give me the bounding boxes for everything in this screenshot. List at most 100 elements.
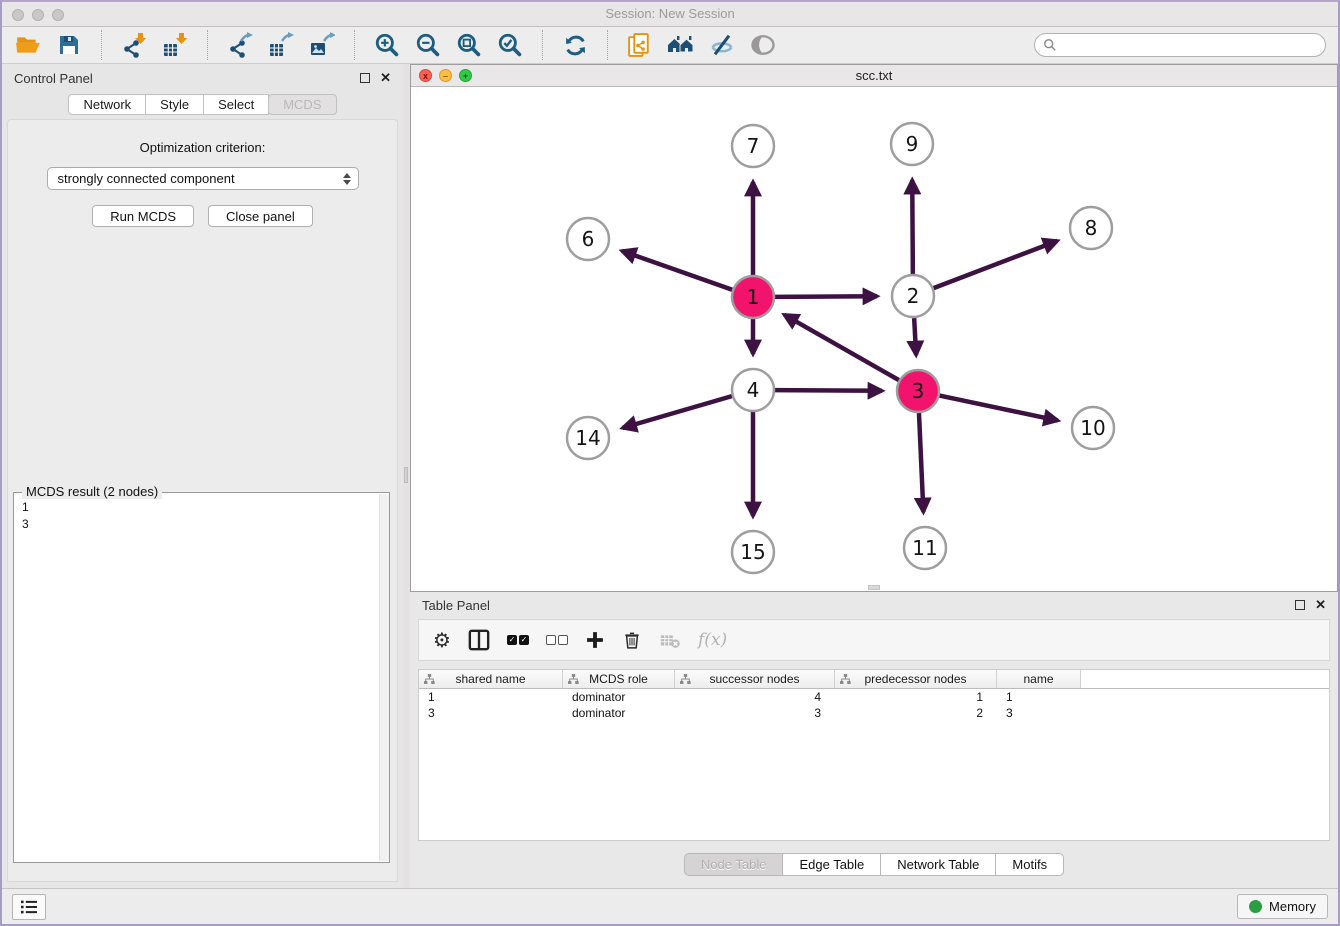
tab-node-table[interactable]: Node Table [684, 853, 784, 876]
tab-network[interactable]: Network [68, 94, 146, 115]
refresh-layout-button[interactable] [561, 31, 589, 59]
optimization-criterion-value: strongly connected component [58, 171, 343, 186]
float-table-panel-icon[interactable] [1295, 600, 1305, 610]
hide-panel-button[interactable] [708, 31, 736, 59]
close-panel-icon[interactable]: ✕ [380, 73, 391, 83]
graph-edge-4-14[interactable] [623, 396, 732, 428]
network-window-titlebar: x – + scc.txt [411, 65, 1337, 87]
table-tabs-area: Node Table Edge Table Network Table Moti… [410, 841, 1338, 888]
import-table-button[interactable] [161, 31, 189, 59]
header-filler [1081, 670, 1329, 688]
memory-button[interactable]: Memory [1237, 894, 1328, 919]
panel-split-divider[interactable] [403, 64, 410, 888]
close-panel-button[interactable]: Close panel [208, 205, 313, 227]
search-input[interactable] [1062, 38, 1317, 53]
cell-shared-name[interactable]: 3 [419, 705, 563, 721]
zoom-selected-button[interactable] [496, 31, 524, 59]
cell-predecessor-nodes[interactable]: 1 [835, 689, 997, 705]
open-session-button[interactable] [14, 31, 42, 59]
table-row[interactable]: 3 dominator 3 2 3 [419, 705, 1329, 721]
toggle-columns-button[interactable] [468, 629, 490, 651]
delete-row-button[interactable] [622, 630, 642, 650]
graph-edge-4-3[interactable] [775, 390, 882, 391]
network-zoom-button[interactable]: + [459, 69, 472, 82]
zoom-selected-icon [497, 32, 523, 58]
table-row[interactable]: 1 dominator 4 1 1 [419, 689, 1329, 705]
graph-edge-3-1[interactable] [784, 315, 899, 380]
table-panel-title: Table Panel [422, 598, 490, 613]
column-header-name[interactable]: name [997, 670, 1081, 688]
graph-edge-3-10[interactable] [940, 396, 1058, 421]
main-area: Control Panel ✕ Network Style Select MCD… [2, 64, 1338, 888]
cell-mcds-role[interactable]: dominator [563, 705, 675, 721]
tab-network-table[interactable]: Network Table [880, 853, 996, 876]
graph-edge-2-9[interactable] [912, 180, 913, 274]
trash-icon [622, 630, 642, 650]
export-network-button[interactable] [226, 31, 254, 59]
cell-name[interactable]: 3 [997, 705, 1081, 721]
column-header-successor-nodes[interactable]: successor nodes [675, 670, 835, 688]
tab-style[interactable]: Style [145, 94, 204, 115]
close-table-panel-icon[interactable]: ✕ [1315, 600, 1326, 610]
export-image-button[interactable] [308, 31, 336, 59]
tree-icon [424, 674, 435, 685]
show-panel-button[interactable] [749, 31, 777, 59]
column-header-predecessor-nodes[interactable]: predecessor nodes [835, 670, 997, 688]
graph-edge-1-6[interactable] [622, 251, 732, 290]
export-table-button[interactable] [267, 31, 295, 59]
tab-motifs[interactable]: Motifs [995, 853, 1064, 876]
run-mcds-button[interactable]: Run MCDS [92, 205, 194, 227]
delete-table-button[interactable] [659, 629, 681, 651]
tab-mcds[interactable]: MCDS [268, 94, 336, 115]
network-close-button[interactable]: x [419, 69, 432, 82]
tab-edge-table[interactable]: Edge Table [782, 853, 881, 876]
eye-icon [749, 31, 777, 59]
deselect-all-button[interactable] [546, 635, 568, 645]
hide-eye-icon [708, 31, 736, 59]
columns-icon [468, 629, 490, 651]
zoom-window-button[interactable] [52, 9, 64, 21]
save-session-button[interactable] [55, 31, 83, 59]
task-history-button[interactable] [12, 894, 46, 920]
duplicate-network-button[interactable] [626, 31, 654, 59]
cell-mcds-role[interactable]: dominator [563, 689, 675, 705]
network-minimize-button[interactable]: – [439, 69, 452, 82]
tab-select[interactable]: Select [203, 94, 269, 115]
window-titlebar: Session: New Session [2, 2, 1338, 27]
optimization-criterion-select[interactable]: strongly connected component [47, 167, 359, 190]
float-panel-icon[interactable] [360, 73, 370, 83]
result-scrollbar[interactable] [379, 494, 389, 861]
window-resize-grip[interactable] [868, 585, 880, 590]
home-button[interactable] [667, 31, 695, 59]
duplicate-network-icon [627, 32, 654, 59]
minimize-window-button[interactable] [32, 9, 44, 21]
close-window-button[interactable] [12, 9, 24, 21]
control-panel: Control Panel ✕ Network Style Select MCD… [2, 64, 403, 888]
network-canvas[interactable]: 1234678910111415 [411, 87, 1337, 591]
graph-edge-1-2[interactable] [775, 296, 877, 297]
cell-name[interactable]: 1 [997, 689, 1081, 705]
table-settings-button[interactable]: ⚙ [433, 630, 451, 650]
control-panel-header: Control Panel ✕ [2, 64, 403, 92]
cell-predecessor-nodes[interactable]: 2 [835, 705, 997, 721]
column-header-mcds-role[interactable]: MCDS role [563, 670, 675, 688]
function-builder-button[interactable]: f(x) [698, 630, 727, 650]
graph-edge-2-8[interactable] [934, 241, 1058, 288]
mcds-result-box: MCDS result (2 nodes) 1 3 [13, 492, 390, 863]
import-network-button[interactable] [120, 31, 148, 59]
import-table-icon [162, 32, 188, 58]
cell-successor-nodes[interactable]: 4 [675, 689, 835, 705]
divider-grip[interactable] [404, 467, 408, 483]
add-row-button[interactable] [585, 630, 605, 650]
graph-node-label-6: 6 [582, 227, 595, 251]
graph-edge-3-11[interactable] [919, 413, 923, 512]
select-all-button[interactable]: ✓✓ [507, 635, 529, 645]
refresh-icon [563, 33, 588, 58]
graph-edge-2-3[interactable] [914, 318, 916, 355]
cell-shared-name[interactable]: 1 [419, 689, 563, 705]
zoom-out-button[interactable] [414, 31, 442, 59]
column-header-shared-name[interactable]: shared name [419, 670, 563, 688]
zoom-fit-button[interactable] [455, 31, 483, 59]
cell-successor-nodes[interactable]: 3 [675, 705, 835, 721]
zoom-in-button[interactable] [373, 31, 401, 59]
